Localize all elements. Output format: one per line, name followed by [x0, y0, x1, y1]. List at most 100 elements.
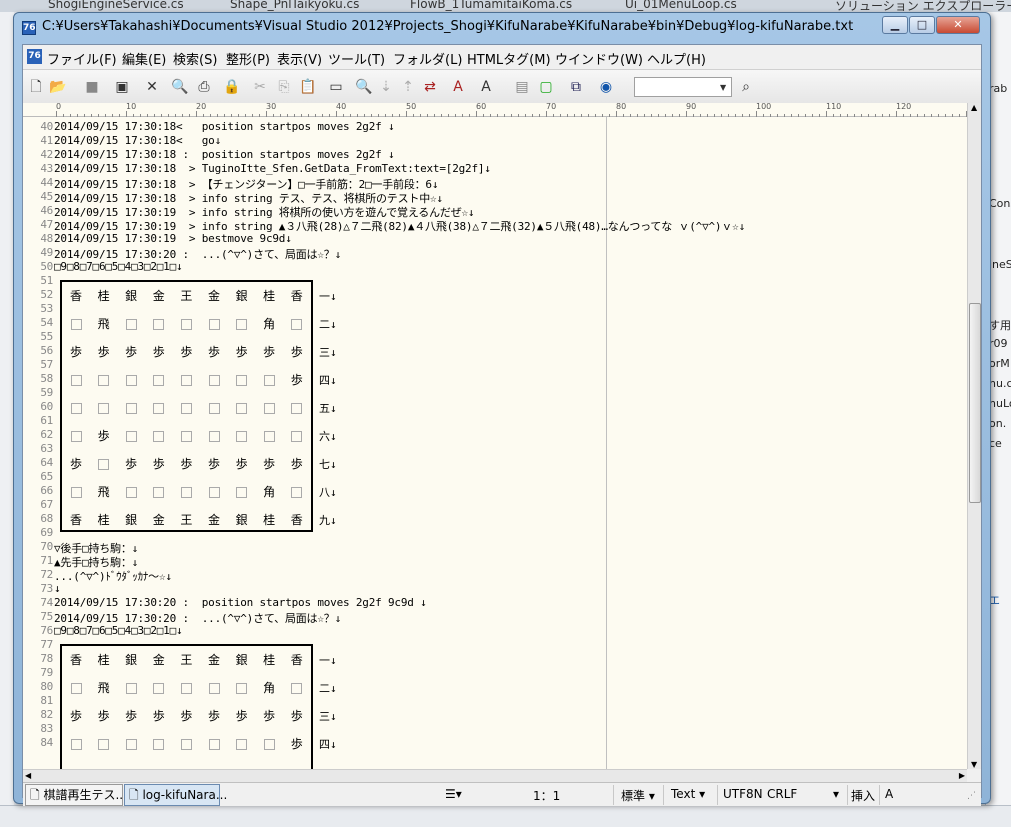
mode-select[interactable]: 標準 ▾	[621, 787, 655, 804]
minimize-button[interactable]: ▁	[882, 16, 908, 34]
empty-square	[62, 478, 90, 506]
compare-icon[interactable]: ⧉	[567, 78, 585, 96]
menu-tools[interactable]: ツール(T)	[328, 49, 385, 68]
print-icon[interactable]: ⎙	[195, 78, 213, 96]
shogi-piece: 歩	[69, 457, 82, 471]
shogi-board-2: 香桂銀金王金銀桂香飛角歩歩歩歩歩歩歩歩歩歩	[60, 644, 313, 769]
bg-snippet: orM	[989, 357, 1010, 370]
find-icon[interactable]: 🔍	[355, 78, 373, 96]
insert-mode[interactable]: 挿入	[851, 787, 875, 804]
menu-file[interactable]: ファイル(F)	[47, 49, 117, 68]
line-number: 65	[40, 470, 53, 483]
vertical-scrollbar[interactable]: ▲ ▼	[967, 103, 981, 769]
bg-tab[interactable]: ShogiEngineService.cs	[48, 0, 184, 11]
empty-square	[145, 422, 173, 450]
search-dropdown-icon[interactable]: ▼	[720, 83, 726, 92]
title-bar[interactable]: 76 C:¥Users¥Takahashi¥Documents¥Visual S…	[14, 13, 990, 43]
document-icon[interactable]: 76	[27, 49, 42, 64]
ruler-label: 80	[616, 102, 627, 111]
maximize-button[interactable]: □	[909, 16, 935, 34]
scroll-right-icon[interactable]: ▶	[959, 771, 965, 780]
resize-grip-icon[interactable]: ⋰	[967, 791, 976, 801]
line-number: 70	[40, 540, 53, 553]
newline-dropdown-icon[interactable]: ▾	[833, 787, 839, 801]
menu-view[interactable]: 表示(V)	[277, 49, 322, 68]
lock-icon[interactable]: 🔒	[223, 78, 241, 96]
text-line: ...(^▽^)ﾄﾞｳﾀﾞｯｶﾅ～☆↓	[54, 570, 172, 583]
rank-label: 一↓	[319, 290, 337, 303]
text-line: 2014/09/15 17:30:18< go↓	[54, 134, 221, 147]
newline-label[interactable]: CRLF	[767, 787, 797, 801]
replace-icon[interactable]: ⇄	[421, 78, 439, 96]
box-select-icon[interactable]: ▭	[327, 78, 345, 96]
empty-square	[228, 730, 256, 758]
bg-tab[interactable]: Ui_01MenuLoop.cs	[625, 0, 737, 11]
open-folder-icon[interactable]: 📂	[49, 78, 67, 96]
line-number: 40	[40, 120, 53, 133]
empty-square	[145, 730, 173, 758]
frame-icon[interactable]: ▢	[537, 78, 555, 96]
menu-help[interactable]: ヘルプ(H)	[647, 49, 706, 68]
ruler-label: 0	[56, 102, 62, 111]
save-icon[interactable]: ▣	[113, 78, 131, 96]
cut-icon[interactable]: ✂	[251, 78, 269, 96]
find-next-icon[interactable]: ⇣	[377, 78, 395, 96]
scroll-down-icon[interactable]: ▼	[971, 760, 977, 769]
bg-tab[interactable]: Shape_PnlTaikyoku.cs	[230, 0, 359, 11]
doc-tab-kifu[interactable]: 🗋 棋譜再生テス...	[25, 784, 127, 806]
rank-label: 八↓	[319, 486, 337, 499]
empty-square	[62, 422, 90, 450]
scroll-left-icon[interactable]: ◀	[25, 771, 31, 780]
ruler-label: 50	[406, 102, 417, 111]
menu-htmltag[interactable]: HTMLタグ(M)	[467, 49, 551, 68]
doc-tab-log[interactable]: 🗋 log-kifuNara...	[124, 784, 227, 806]
binoculars-icon[interactable]: ⌕	[737, 78, 755, 96]
scroll-thumb[interactable]	[969, 303, 981, 503]
encoding-label[interactable]: UTF8N	[723, 787, 763, 801]
browser-icon[interactable]: ◉	[597, 78, 615, 96]
empty-square	[172, 310, 200, 338]
outline-icon[interactable]: ▤	[513, 78, 531, 96]
empty-square	[145, 478, 173, 506]
filetype-select[interactable]: Text ▾	[671, 787, 705, 801]
line-number: 55	[40, 330, 53, 343]
empty-square	[228, 394, 256, 422]
shogi-piece: 歩	[263, 345, 276, 359]
shogi-piece: 歩	[263, 457, 276, 471]
paste-icon[interactable]: 📋	[299, 78, 317, 96]
close-doc-icon[interactable]: ✕	[143, 78, 161, 96]
empty-square	[172, 422, 200, 450]
horizontal-scrollbar[interactable]: ◀ ▶	[23, 769, 967, 783]
shogi-piece: 歩	[207, 345, 220, 359]
outline-toggle-icon[interactable]: ☰▾	[445, 787, 462, 801]
line-number: 79	[40, 666, 53, 679]
bg-tab[interactable]: FlowB_1TumamitaiKoma.cs	[410, 0, 572, 11]
new-file-icon[interactable]: 🗋	[27, 78, 45, 96]
format-icon[interactable]: A	[477, 78, 495, 96]
line-number: 61	[40, 414, 53, 427]
menu-search[interactable]: 検索(S)	[173, 49, 217, 68]
save-all-icon[interactable]: ■	[83, 78, 101, 96]
spell-icon[interactable]: A	[449, 78, 467, 96]
line-number: 59	[40, 386, 53, 399]
copy-icon[interactable]: ⎘	[275, 78, 293, 96]
menu-edit[interactable]: 編集(E)	[122, 49, 166, 68]
shogi-piece: 歩	[97, 345, 110, 359]
print-preview-icon[interactable]: 🔍	[171, 78, 189, 96]
find-prev-icon[interactable]: ⇡	[399, 78, 417, 96]
shogi-piece: 桂	[263, 289, 276, 303]
empty-square	[172, 478, 200, 506]
line-number: 74	[40, 596, 53, 609]
search-input[interactable]	[634, 77, 732, 97]
menu-folder[interactable]: フォルダ(L)	[393, 49, 462, 68]
scroll-up-icon[interactable]: ▲	[971, 103, 977, 112]
menu-format[interactable]: 整形(P)	[226, 49, 270, 68]
text-editor[interactable]: 香桂銀金王金銀桂香飛角歩歩歩歩歩歩歩歩歩歩歩歩歩歩歩歩歩歩歩飛角香桂銀金王金銀桂…	[23, 117, 967, 769]
rank-label: 五↓	[319, 402, 337, 415]
rank-label: 三↓	[319, 710, 337, 723]
app-icon[interactable]: 76	[22, 21, 36, 35]
empty-square	[255, 422, 283, 450]
menu-window[interactable]: ウインドウ(W)	[555, 49, 643, 68]
close-button[interactable]: ✕	[936, 16, 980, 34]
empty-square	[283, 478, 311, 506]
